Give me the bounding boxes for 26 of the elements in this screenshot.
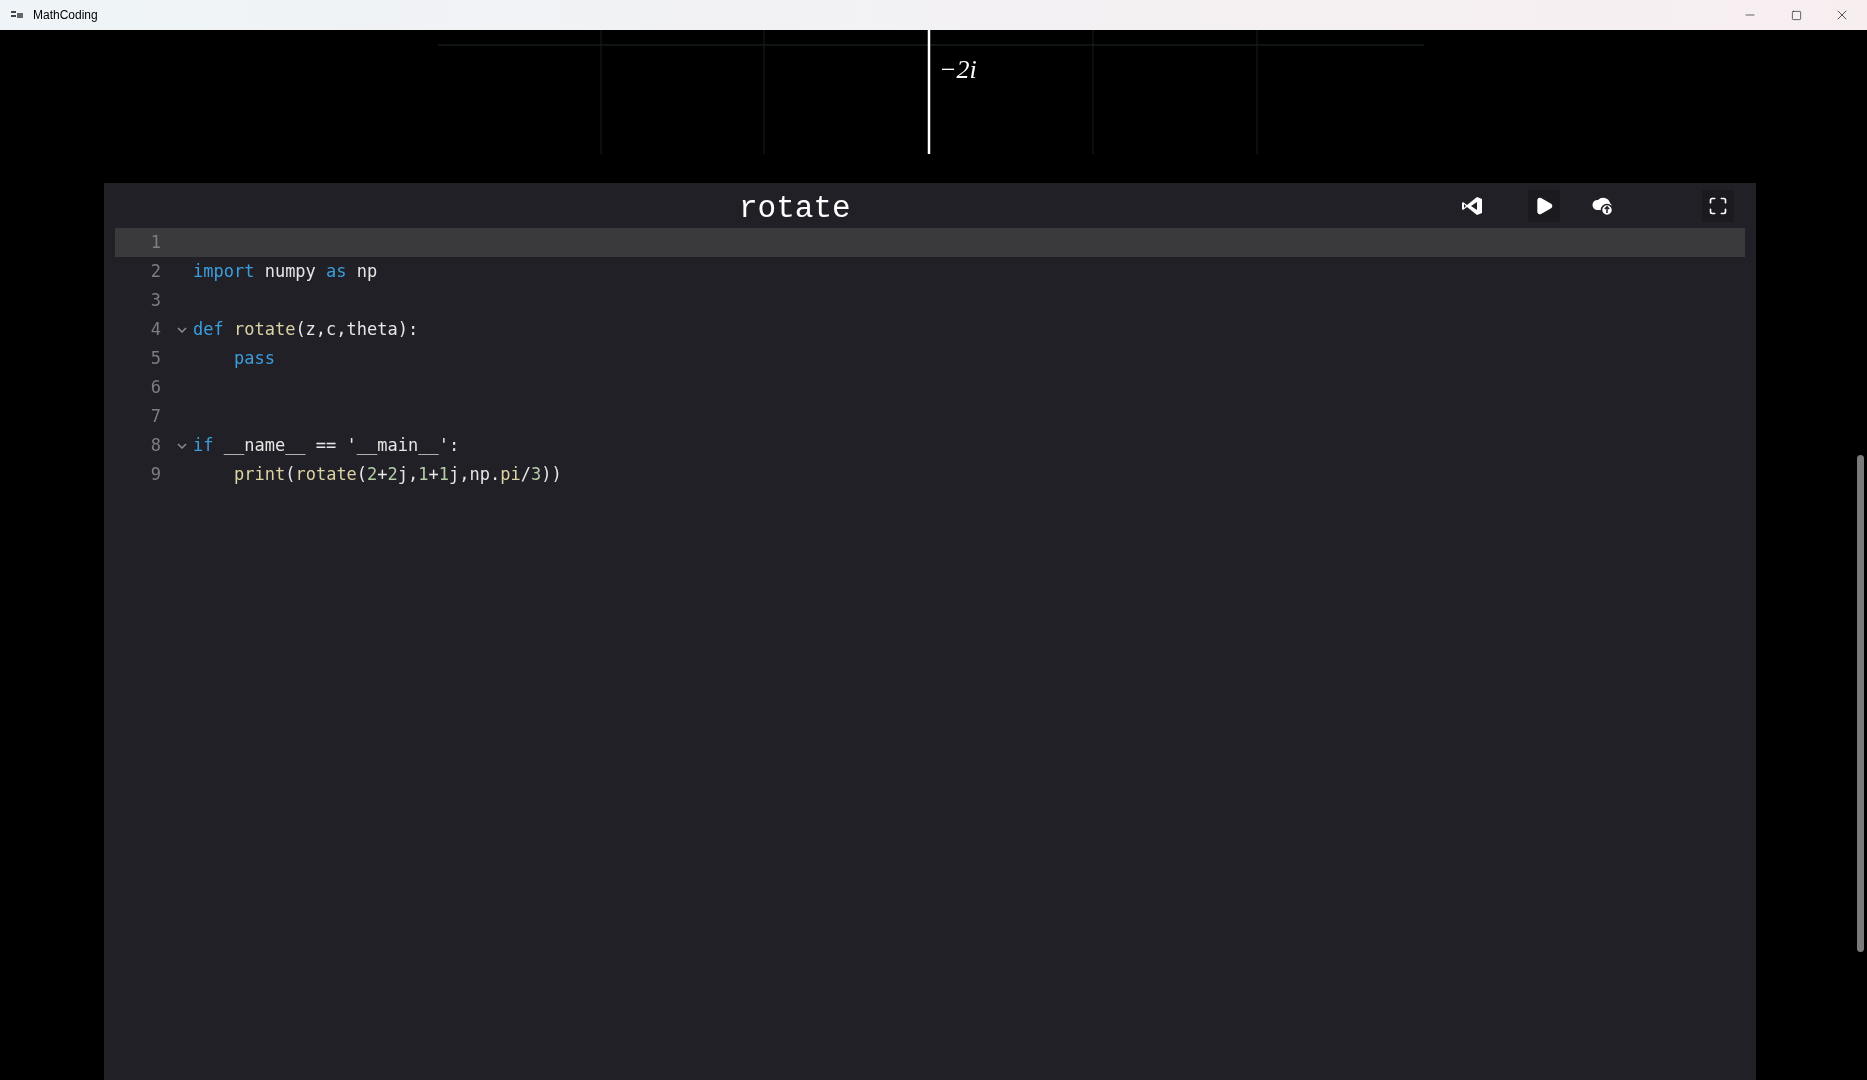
line-number: 4: [149, 317, 161, 341]
window-title: MathCoding: [33, 7, 98, 24]
fold-chevron-icon[interactable]: [177, 326, 187, 333]
code-text: print(rotate(2+2j,1+1j,np.pi/3)): [234, 462, 562, 486]
code-text: import numpy as np: [193, 259, 378, 283]
play-icon: [1534, 195, 1554, 216]
code-text: def rotate(z,c,theta):: [193, 317, 419, 341]
line-number: 5: [149, 346, 161, 370]
line-number: 1: [149, 230, 161, 254]
maximize-icon: [1790, 9, 1802, 21]
fold-chevron-icon[interactable]: [177, 442, 187, 449]
axis-label: −2i: [939, 54, 977, 86]
play-button[interactable]: [1528, 189, 1560, 222]
fullscreen-icon: [1708, 195, 1728, 216]
scrollbar[interactable]: [1857, 455, 1864, 952]
fullscreen-button[interactable]: [1702, 189, 1734, 222]
line-number: 7: [149, 404, 161, 428]
line-number: 3: [149, 288, 161, 312]
line-number: 2: [149, 259, 161, 283]
line-number: 9: [149, 462, 161, 486]
code-text: pass: [234, 346, 275, 370]
line-number: 6: [149, 375, 161, 399]
editor-title: rotate: [739, 190, 851, 228]
app-icon: [11, 10, 23, 20]
code-text: if __name__ == '__main__':: [193, 433, 460, 457]
line-number: 8: [149, 433, 161, 457]
